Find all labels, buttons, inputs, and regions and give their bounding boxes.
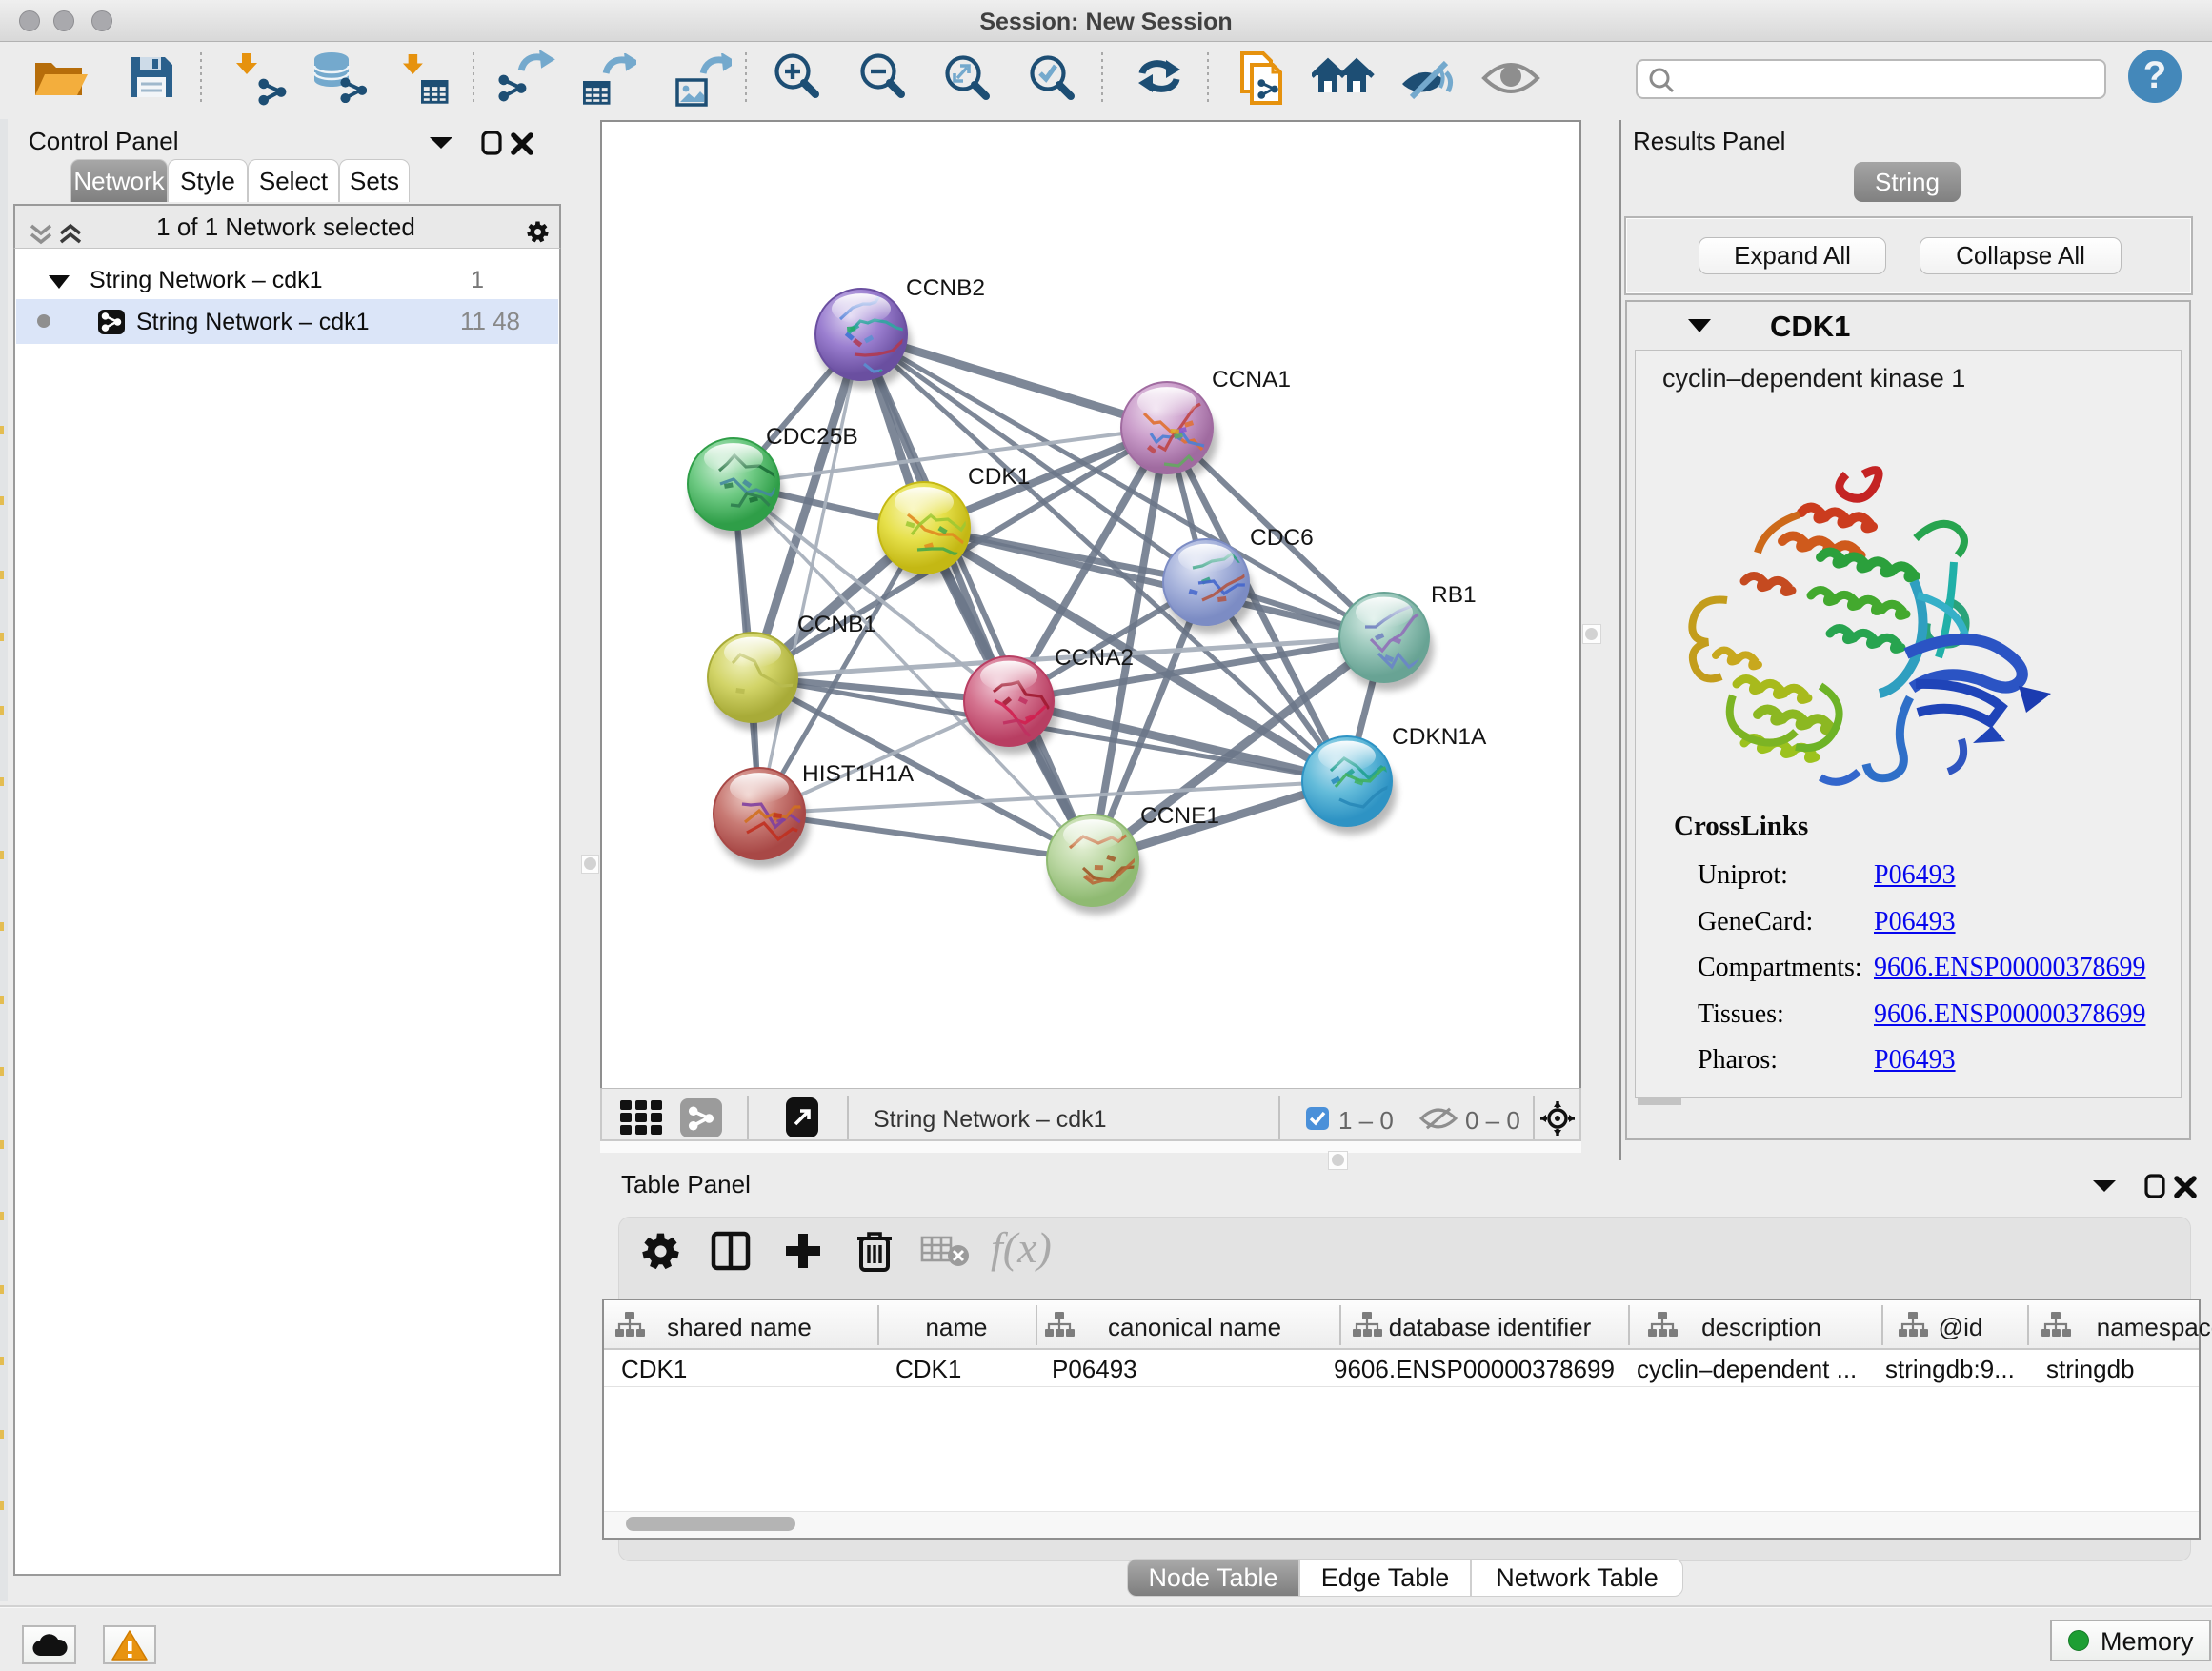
svg-text:CCNA2: CCNA2 [1055,645,1134,671]
svg-text:CDC6: CDC6 [1250,525,1314,551]
svg-text:CCNB2: CCNB2 [906,275,985,301]
svg-text:CCNB1: CCNB1 [797,612,876,637]
svg-text:CCNE1: CCNE1 [1140,803,1219,829]
svg-text:HIST1H1A: HIST1H1A [802,761,915,787]
svg-text:RB1: RB1 [1431,582,1477,608]
svg-text:CCNA1: CCNA1 [1212,367,1291,393]
svg-text:CDK1: CDK1 [968,464,1030,490]
svg-text:CDKN1A: CDKN1A [1392,724,1487,750]
svg-text:CDC25B: CDC25B [766,424,858,450]
